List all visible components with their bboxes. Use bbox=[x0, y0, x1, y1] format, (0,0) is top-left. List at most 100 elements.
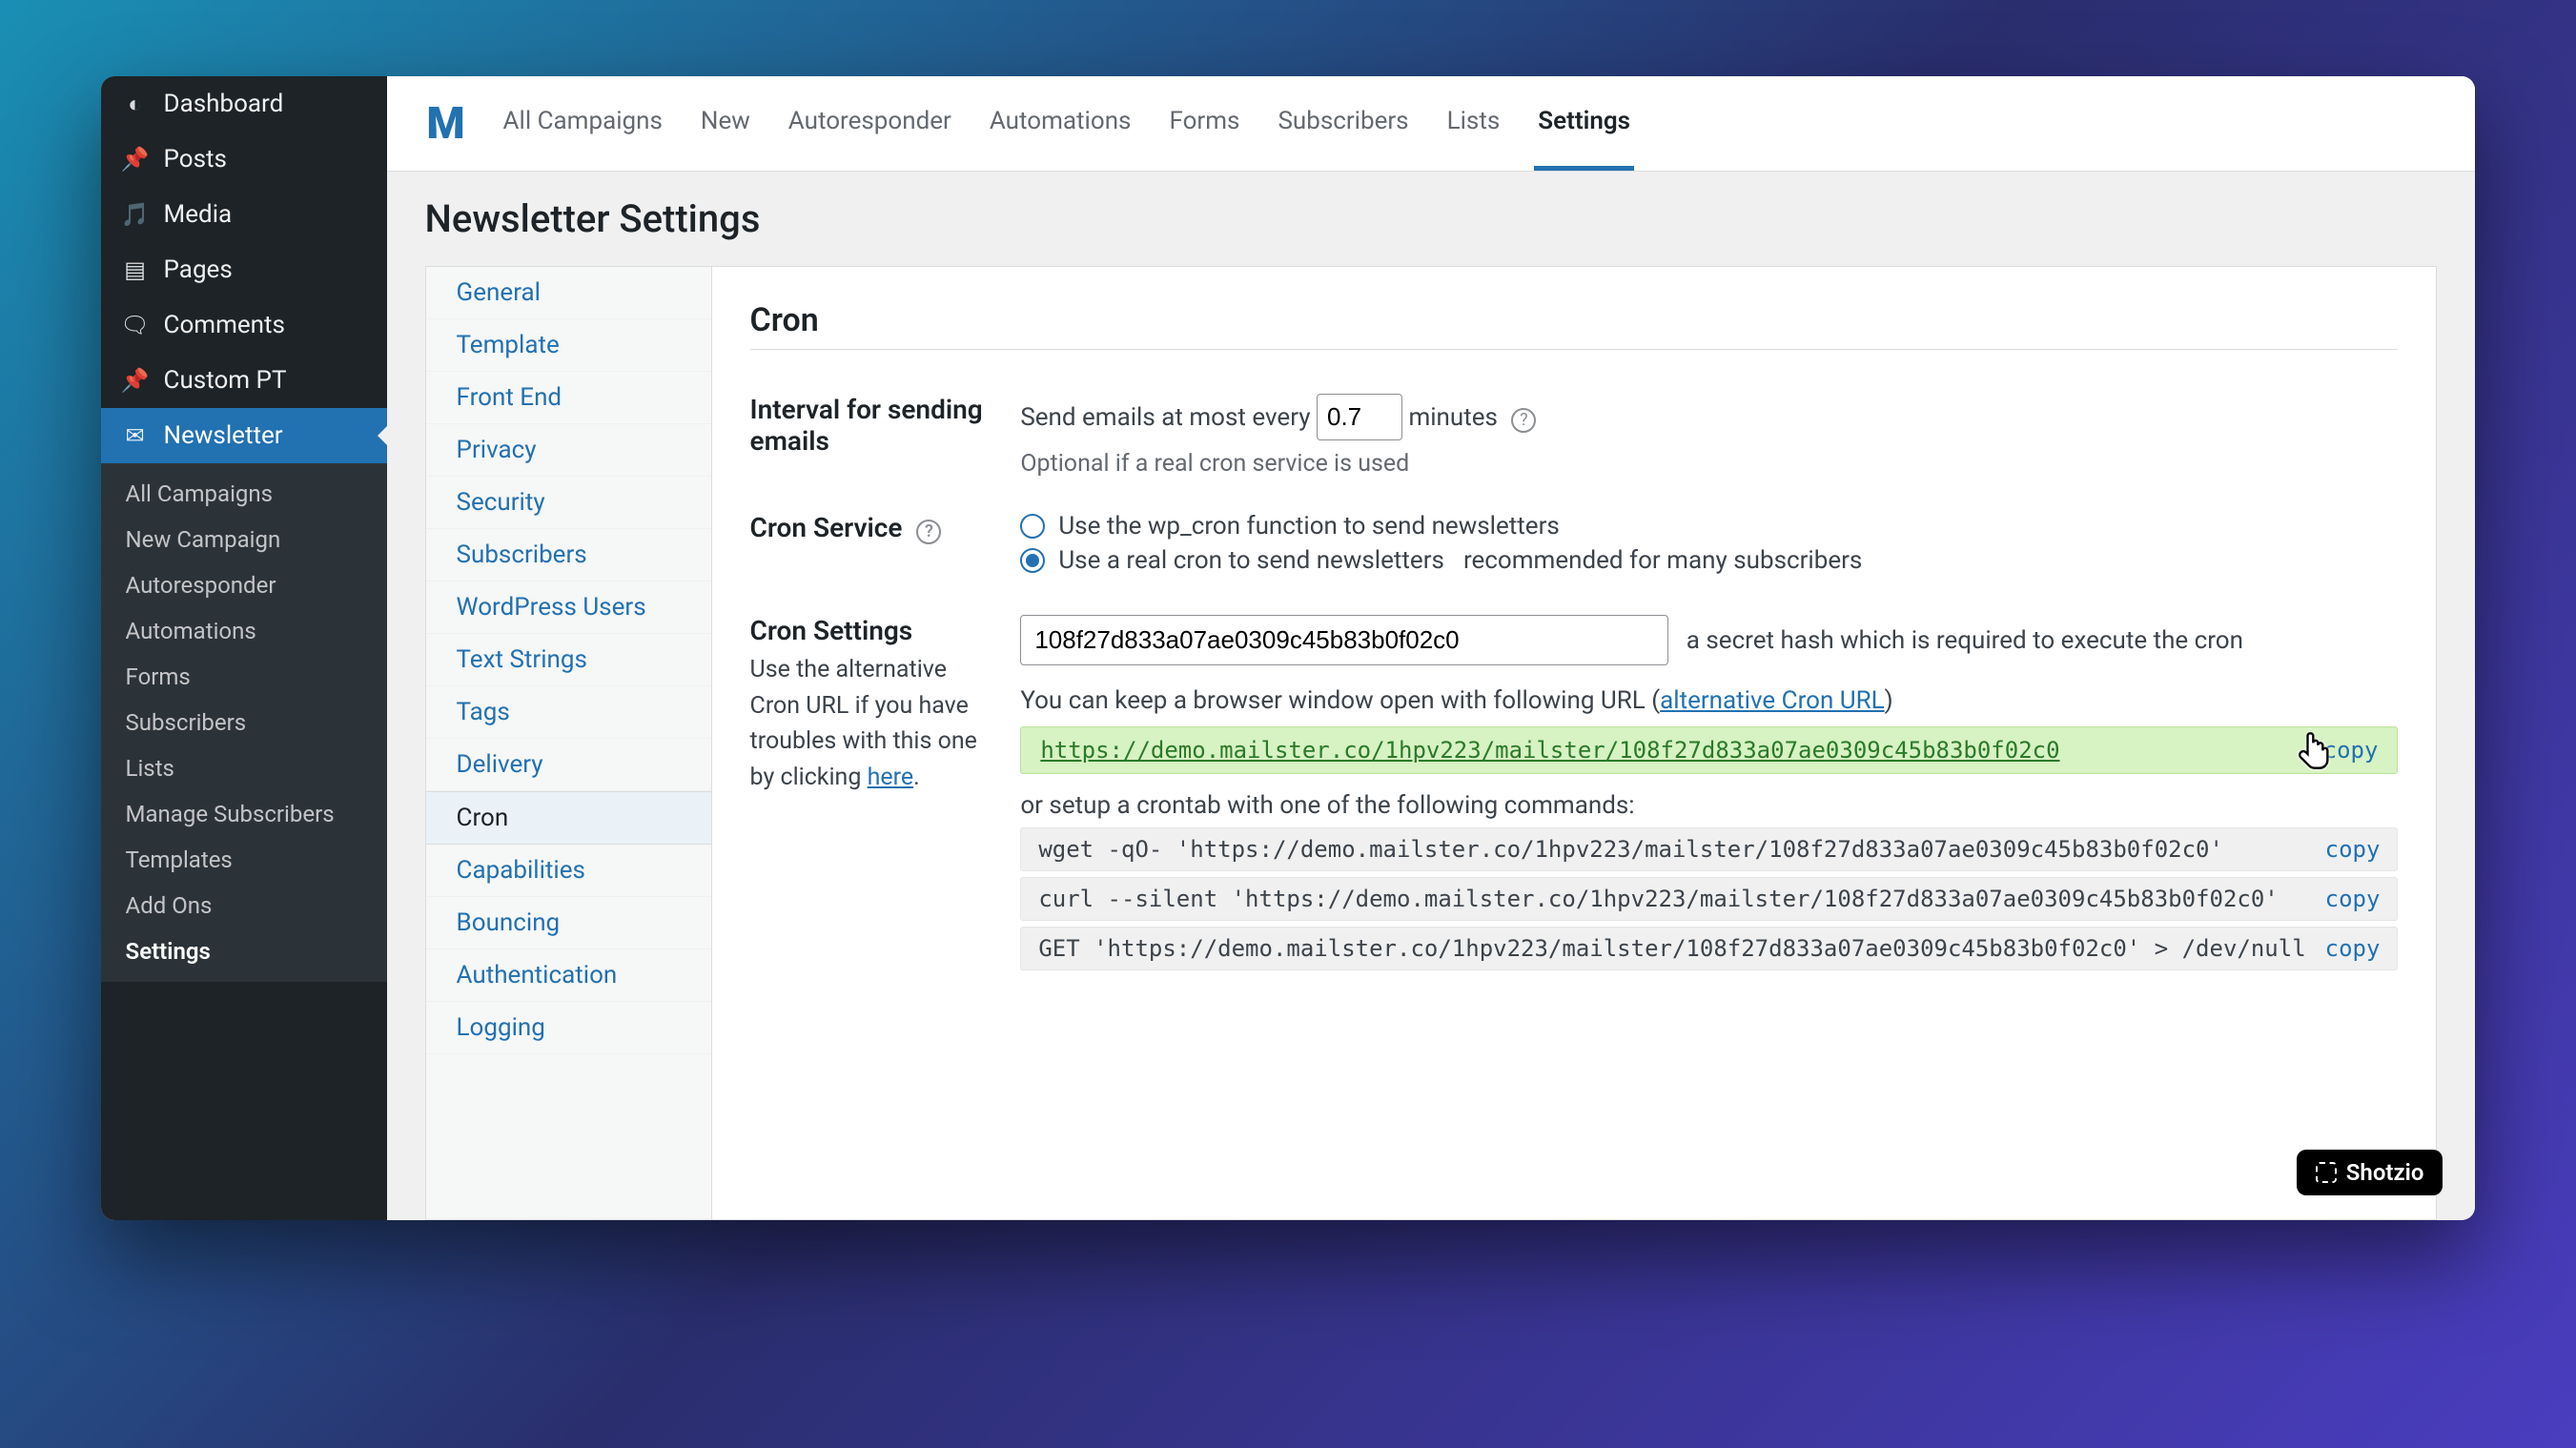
hash-note: a secret hash which is required to execu… bbox=[1687, 626, 2243, 655]
sub-all-campaigns[interactable]: All Campaigns bbox=[101, 471, 387, 517]
stab-template[interactable]: Template bbox=[426, 319, 711, 372]
sidebar-item-label: Dashboard bbox=[164, 90, 284, 118]
stab-general[interactable]: General bbox=[426, 267, 711, 319]
help-icon[interactable]: ? bbox=[916, 520, 941, 544]
tab-automations[interactable]: Automations bbox=[986, 76, 1135, 171]
cron-url[interactable]: https://demo.mailster.co/1hpv223/mailste… bbox=[1040, 737, 2303, 764]
expand-icon bbox=[2316, 1162, 2337, 1183]
cmd-text: curl --silent 'https://demo.mailster.co/… bbox=[1038, 886, 2305, 912]
stab-tags[interactable]: Tags bbox=[426, 686, 711, 739]
stab-front-end[interactable]: Front End bbox=[426, 372, 711, 424]
copy-url-button[interactable]: copy bbox=[2323, 737, 2379, 764]
secret-hash-input[interactable] bbox=[1020, 615, 1668, 665]
copy-cmd2-button[interactable]: copy bbox=[2325, 886, 2381, 912]
wp-admin-sidebar: ◐ Dashboard 📌 Posts 🎵 Media ▤ Pages 🗨 Co… bbox=[101, 76, 387, 1220]
shotzio-badge[interactable]: Shotzio bbox=[2297, 1150, 2443, 1195]
tab-autoresponder[interactable]: Autoresponder bbox=[785, 76, 955, 171]
stab-logging[interactable]: Logging bbox=[426, 1002, 711, 1054]
sidebar-item-posts[interactable]: 📌 Posts bbox=[101, 132, 387, 187]
settings-layout: General Template Front End Privacy Secur… bbox=[387, 266, 2476, 1220]
radio-wp-cron-label: Use the wp_cron function to send newslet… bbox=[1058, 512, 1560, 540]
dashboard-icon: ◐ bbox=[120, 91, 151, 118]
copy-cmd1-button[interactable]: copy bbox=[2325, 836, 2381, 863]
stab-cron[interactable]: Cron bbox=[426, 791, 711, 845]
stab-authentication[interactable]: Authentication bbox=[426, 949, 711, 1002]
sub-lists[interactable]: Lists bbox=[101, 745, 387, 791]
tab-forms[interactable]: Forms bbox=[1165, 76, 1243, 171]
radio-real-cron[interactable] bbox=[1020, 548, 1045, 573]
cmd-text: GET 'https://demo.mailster.co/1hpv223/ma… bbox=[1038, 935, 2305, 962]
sidebar-item-label: Newsletter bbox=[164, 421, 283, 450]
interval-hint: Optional if a real cron service is used bbox=[1020, 450, 2398, 478]
tab-lists[interactable]: Lists bbox=[1443, 76, 1504, 171]
stab-privacy[interactable]: Privacy bbox=[426, 424, 711, 477]
alternative-cron-url-link[interactable]: alternative Cron URL bbox=[1660, 686, 1885, 715]
sidebar-item-dashboard[interactable]: ◐ Dashboard bbox=[101, 76, 387, 132]
badge-label: Shotzio bbox=[2346, 1159, 2424, 1186]
cron-settings-desc: Use the alternative Cron URL if you have… bbox=[750, 656, 977, 791]
tab-subscribers[interactable]: Subscribers bbox=[1274, 76, 1412, 171]
or-setup-text: or setup a crontab with one of the follo… bbox=[1020, 791, 2398, 820]
label-interval: Interval for sending emails bbox=[750, 377, 1021, 495]
interval-suffix: minutes bbox=[1408, 403, 1498, 432]
plugin-topbar: M All Campaigns New Autoresponder Automa… bbox=[387, 76, 2476, 172]
main-area: M All Campaigns New Autoresponder Automa… bbox=[387, 76, 2476, 1220]
cron-cmd-curl: curl --silent 'https://demo.mailster.co/… bbox=[1020, 877, 2398, 921]
help-icon[interactable]: ? bbox=[1511, 408, 1536, 433]
page-title: Newsletter Settings bbox=[387, 172, 2476, 266]
media-icon: 🎵 bbox=[120, 201, 151, 228]
sidebar-item-comments[interactable]: 🗨 Comments bbox=[101, 297, 387, 353]
radio-real-cron-note: recommended for many subscribers bbox=[1463, 546, 1862, 575]
comment-icon: 🗨 bbox=[120, 312, 151, 338]
sub-subscribers[interactable]: Subscribers bbox=[101, 700, 387, 745]
sub-manage-subscribers[interactable]: Manage Subscribers bbox=[101, 791, 387, 837]
pin-icon: 📌 bbox=[120, 367, 151, 394]
stab-delivery[interactable]: Delivery bbox=[426, 739, 711, 791]
sub-automations[interactable]: Automations bbox=[101, 608, 387, 654]
settings-side-tabs: General Template Front End Privacy Secur… bbox=[425, 266, 711, 1220]
stab-subscribers[interactable]: Subscribers bbox=[426, 529, 711, 581]
radio-wp-cron[interactable] bbox=[1020, 514, 1045, 539]
stab-security[interactable]: Security bbox=[426, 477, 711, 529]
sidebar-item-pages[interactable]: ▤ Pages bbox=[101, 242, 387, 297]
section-title-cron: Cron bbox=[750, 301, 2399, 350]
label-cron-service: Cron Service bbox=[750, 512, 903, 543]
tab-all-campaigns[interactable]: All Campaigns bbox=[500, 76, 666, 171]
radio-real-cron-label: Use a real cron to send newsletters bbox=[1058, 546, 1444, 575]
pin-icon: 📌 bbox=[120, 146, 151, 173]
sidebar-item-newsletter[interactable]: ✉ Newsletter bbox=[101, 408, 387, 463]
cron-cmd-wget: wget -qO- 'https://demo.mailster.co/1hpv… bbox=[1020, 827, 2398, 871]
app-frame: ◐ Dashboard 📌 Posts 🎵 Media ▤ Pages 🗨 Co… bbox=[101, 76, 2476, 1220]
sidebar-item-label: Pages bbox=[164, 255, 233, 284]
cron-form: Interval for sending emails Send emails … bbox=[750, 377, 2399, 993]
stab-capabilities[interactable]: Capabilities bbox=[426, 845, 711, 897]
interval-input[interactable] bbox=[1317, 394, 1402, 440]
tab-new[interactable]: New bbox=[697, 76, 754, 171]
sub-add-ons[interactable]: Add Ons bbox=[101, 883, 387, 928]
stab-bouncing[interactable]: Bouncing bbox=[426, 897, 711, 949]
sub-settings[interactable]: Settings bbox=[101, 928, 387, 974]
sidebar-item-label: Comments bbox=[164, 311, 285, 339]
sub-forms[interactable]: Forms bbox=[101, 654, 387, 700]
page-icon: ▤ bbox=[120, 256, 151, 283]
mailster-logo-icon: M bbox=[421, 99, 471, 149]
interval-prefix: Send emails at most every bbox=[1020, 403, 1310, 432]
sidebar-item-label: Custom PT bbox=[164, 366, 287, 395]
sidebar-item-custom-pt[interactable]: 📌 Custom PT bbox=[101, 353, 387, 408]
sidebar-item-label: Media bbox=[164, 200, 233, 229]
cron-url-box: https://demo.mailster.co/1hpv223/mailste… bbox=[1020, 726, 2398, 774]
sub-templates[interactable]: Templates bbox=[101, 837, 387, 883]
copy-cmd3-button[interactable]: copy bbox=[2325, 935, 2381, 962]
here-link[interactable]: here bbox=[868, 764, 914, 791]
plugin-topnav: All Campaigns New Autoresponder Automati… bbox=[500, 76, 1635, 171]
sidebar-item-media[interactable]: 🎵 Media bbox=[101, 187, 387, 242]
keep-open-suffix: ) bbox=[1885, 686, 1893, 715]
sub-autoresponder[interactable]: Autoresponder bbox=[101, 562, 387, 608]
stab-wp-users[interactable]: WordPress Users bbox=[426, 581, 711, 634]
stab-text-strings[interactable]: Text Strings bbox=[426, 634, 711, 686]
tab-settings[interactable]: Settings bbox=[1534, 76, 1634, 171]
cmd-text: wget -qO- 'https://demo.mailster.co/1hpv… bbox=[1038, 836, 2305, 863]
keep-open-text: You can keep a browser window open with … bbox=[1020, 686, 1660, 715]
sidebar-submenu: All Campaigns New Campaign Autoresponder… bbox=[101, 463, 387, 982]
sub-new-campaign[interactable]: New Campaign bbox=[101, 517, 387, 562]
